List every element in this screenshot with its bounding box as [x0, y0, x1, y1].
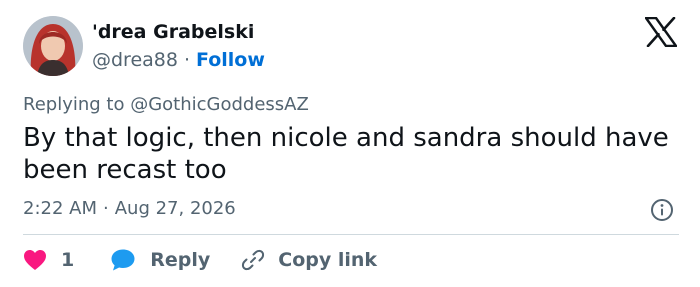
divider	[23, 234, 679, 235]
tweet-timestamp[interactable]: 2:22 AM · Aug 27, 2026	[23, 197, 236, 221]
heart-icon	[24, 250, 46, 270]
action-bar: 1 Reply Copy link	[23, 244, 377, 276]
avatar[interactable]	[23, 16, 83, 76]
info-icon[interactable]	[650, 198, 674, 222]
reply-label: Reply	[150, 249, 211, 271]
handle-separator: ·	[183, 49, 191, 71]
author-handle[interactable]: @drea88	[92, 49, 178, 71]
author-handle-row: @drea88 · Follow	[92, 48, 265, 72]
author-name[interactable]: 'drea Grabelski	[92, 20, 254, 44]
reply-context-prefix: Replying to	[23, 94, 125, 115]
reply-bubble-icon	[111, 249, 135, 271]
reply-context-mention[interactable]: @GothicGoddessAZ	[130, 94, 309, 115]
tweet-time: 2:22 AM	[23, 198, 97, 219]
x-logo-icon[interactable]	[644, 16, 678, 48]
user-avatar-photo	[23, 16, 83, 76]
copy-link-button[interactable]: Copy link	[240, 247, 377, 273]
copy-link-label: Copy link	[278, 249, 378, 271]
reply-button[interactable]: Reply	[110, 248, 210, 272]
like-button[interactable]: 1	[23, 249, 74, 271]
like-count: 1	[61, 249, 75, 271]
tweet-text: By that logic, then nicole and sandra sh…	[23, 123, 669, 185]
tweet-date: Aug 27, 2026	[114, 198, 236, 219]
reply-context: Replying to @GothicGoddessAZ	[23, 93, 309, 117]
link-icon	[242, 249, 265, 271]
timestamp-separator: ·	[103, 198, 109, 219]
follow-button[interactable]: Follow	[196, 49, 265, 71]
